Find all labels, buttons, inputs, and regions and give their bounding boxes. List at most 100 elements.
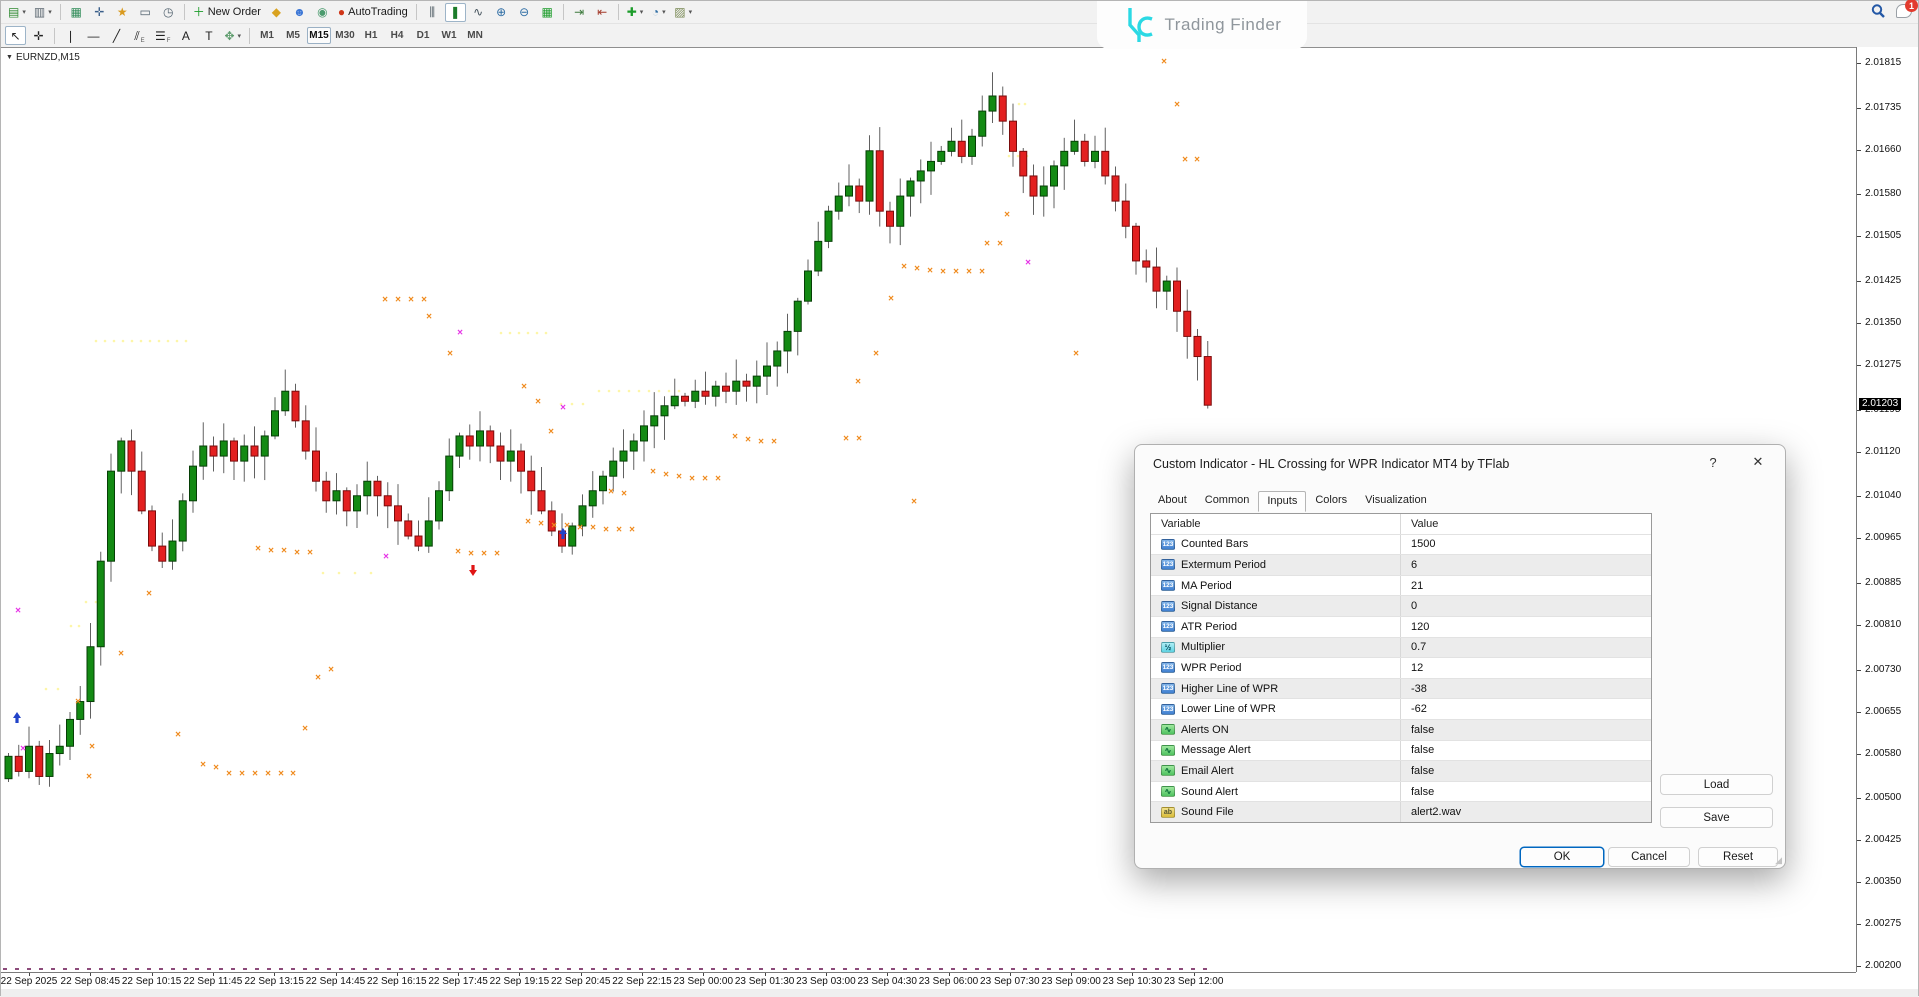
timeframe-button-m30[interactable]: M30	[333, 27, 357, 44]
toolbar-button-data-window[interactable]: ✛	[89, 3, 110, 22]
toolbar-button-market-watch[interactable]: ▦	[66, 3, 87, 22]
param-value-cell[interactable]: 0.7	[1400, 638, 1651, 658]
timeframe-button-m5[interactable]: M5	[281, 27, 305, 44]
toolbar-button-news[interactable]: ◉	[312, 3, 333, 22]
timeframe-button-w1[interactable]: W1	[437, 27, 461, 44]
price-axis-label: 2.00885	[1865, 577, 1901, 588]
bar-chart-mode-icon: ⫼	[429, 6, 435, 18]
ok-button[interactable]: OK	[1520, 847, 1604, 867]
toolbar-button-auto-scroll[interactable]: ⇥	[569, 3, 590, 22]
timeframe-button-m1[interactable]: M1	[255, 27, 279, 44]
param-value-cell[interactable]: false	[1400, 720, 1651, 740]
timeframe-button-h4[interactable]: H4	[385, 27, 409, 44]
param-row-lower-line-of-wpr[interactable]: 123Lower Line of WPR-62	[1151, 698, 1651, 719]
toolbar-button-community[interactable]: ☻	[289, 3, 310, 22]
param-value-cell[interactable]: 0	[1400, 596, 1651, 616]
param-row-multiplier[interactable]: ½Multiplier0.7	[1151, 637, 1651, 658]
toolbar-button-autotrading[interactable]: ●AutoTrading	[335, 3, 411, 22]
param-row-email-alert[interactable]: ∿Email Alertfalse	[1151, 760, 1651, 781]
param-value-cell[interactable]: false	[1400, 761, 1651, 781]
save-button[interactable]: Save	[1660, 807, 1773, 828]
param-row-signal-distance[interactable]: 123Signal Distance0	[1151, 595, 1651, 616]
toolbar-button-metaeditor[interactable]: ◆	[266, 3, 287, 22]
toolbar-button-indicators[interactable]: ✚▾	[624, 3, 647, 22]
param-row-sound-file[interactable]: abSound Filealert2.wav	[1151, 801, 1651, 822]
bool-param-icon: ∿	[1161, 765, 1175, 776]
toolbar-button-terminal[interactable]: ▭	[135, 3, 156, 22]
toolbar-button-strategy-tester[interactable]: ◷	[158, 3, 179, 22]
svg-text:×: ×	[265, 769, 271, 780]
chat-icon[interactable]: 1	[1896, 4, 1912, 18]
toolbar-button-fibonacci[interactable]: ☰F	[152, 26, 173, 45]
toolbar-button-bar-chart-mode[interactable]: ⫼	[422, 3, 443, 22]
toolbar-button-arrows-tool[interactable]: ✥▾	[221, 26, 244, 45]
toolbar-button-crosshair[interactable]: ✛	[28, 26, 49, 45]
toolbar-button-candlestick-mode[interactable]: ❚	[445, 3, 466, 22]
param-row-message-alert[interactable]: ∿Message Alertfalse	[1151, 740, 1651, 761]
dialog-help-button[interactable]: ?	[1703, 455, 1723, 470]
param-row-ma-period[interactable]: 123MA Period21	[1151, 575, 1651, 596]
param-value-cell[interactable]: 12	[1400, 658, 1651, 678]
toolbar-button-templates[interactable]: ▨▾	[671, 3, 695, 22]
toolbar-button-zoom-out[interactable]: ⊖	[514, 3, 535, 22]
param-row-alerts-on[interactable]: ∿Alerts ONfalse	[1151, 719, 1651, 740]
param-value-cell[interactable]: 21	[1400, 576, 1651, 596]
tab-common[interactable]: Common	[1196, 490, 1259, 511]
param-row-sound-alert[interactable]: ∿Sound Alertfalse	[1151, 781, 1651, 802]
param-row-atr-period[interactable]: 123ATR Period120	[1151, 616, 1651, 637]
toolbar-button-chart-profiles[interactable]: ▥▾	[31, 3, 55, 22]
svg-text:×: ×	[551, 521, 557, 532]
param-row-wpr-period[interactable]: 123WPR Period12	[1151, 657, 1651, 678]
toolbar-button-tile-windows[interactable]: ▦	[537, 3, 558, 22]
toolbar-button-new-chart[interactable]: ▤▾	[5, 3, 29, 22]
toolbar-button-horizontal-line[interactable]: —	[83, 26, 104, 45]
timeframe-button-m15[interactable]: M15	[307, 27, 331, 44]
toolbar-button-text[interactable]: A	[175, 26, 196, 45]
resize-grip[interactable]: ◢	[1775, 855, 1782, 866]
param-value-cell[interactable]: -38	[1400, 679, 1651, 699]
toolbar-button-zoom-in[interactable]: ⊕	[491, 3, 512, 22]
toolbar-button-chart-shift[interactable]: ⇤	[592, 3, 613, 22]
price-axis[interactable]: 2.018152.017352.016602.015802.015052.014…	[1856, 47, 1918, 972]
toolbar-button-text-label[interactable]: T	[198, 26, 219, 45]
param-value-cell[interactable]: 120	[1400, 617, 1651, 637]
param-value-cell[interactable]: 6	[1400, 555, 1651, 575]
price-axis-tick	[1857, 754, 1861, 755]
param-row-higher-line-of-wpr[interactable]: 123Higher Line of WPR-38	[1151, 678, 1651, 699]
svg-text:×: ×	[268, 546, 274, 557]
tab-about[interactable]: About	[1149, 490, 1196, 511]
toolbar-button-navigator[interactable]: ★	[112, 3, 133, 22]
svg-text:×: ×	[979, 267, 985, 278]
param-row-counted-bars[interactable]: 123Counted Bars1500	[1151, 534, 1651, 555]
load-button[interactable]: Load	[1660, 774, 1773, 795]
timeframe-button-d1[interactable]: D1	[411, 27, 435, 44]
param-variable-cell: 123Counted Bars	[1151, 535, 1400, 555]
toolbar-button-cursor[interactable]: ↖	[5, 26, 26, 45]
toolbar-separator	[184, 4, 185, 20]
toolbar-button-equidistant-channel[interactable]: ⫽E	[129, 26, 150, 45]
timeframe-button-h1[interactable]: H1	[359, 27, 383, 44]
tab-visualization[interactable]: Visualization	[1356, 490, 1436, 511]
search-icon[interactable]	[1870, 3, 1886, 19]
timeframe-button-mn[interactable]: MN	[463, 27, 487, 44]
tab-inputs[interactable]: Inputs	[1258, 491, 1306, 512]
param-variable-cell: 123Signal Distance	[1151, 596, 1400, 616]
symbol-label[interactable]: ▼ EURNZD,M15	[6, 52, 80, 63]
svg-text:×: ×	[535, 397, 541, 408]
param-value-cell[interactable]: false	[1400, 782, 1651, 802]
param-value-cell[interactable]: 1500	[1400, 535, 1651, 555]
dialog-close-button[interactable]: ✕	[1747, 454, 1769, 470]
param-value-cell[interactable]: -62	[1400, 699, 1651, 719]
tab-colors[interactable]: Colors	[1306, 490, 1356, 511]
toolbar-button-new-order[interactable]: ＋New Order	[190, 3, 264, 22]
reset-button[interactable]: Reset	[1698, 847, 1778, 867]
toolbar-button-vertical-line[interactable]: ❘	[60, 26, 81, 45]
param-row-extermum-period[interactable]: 123Extermum Period6	[1151, 554, 1651, 575]
cancel-button[interactable]: Cancel	[1608, 847, 1690, 867]
toolbar-button-line-chart-mode[interactable]: ∿	[468, 3, 489, 22]
param-value-cell[interactable]: alert2.wav	[1400, 802, 1651, 822]
toolbar-button-trendline[interactable]: ╱	[106, 26, 127, 45]
param-value-cell[interactable]: false	[1400, 741, 1651, 761]
toolbar-button-periods[interactable]: ◔▾	[648, 3, 669, 22]
time-axis[interactable]: 22 Sep 202522 Sep 08:4522 Sep 10:1522 Se…	[1, 972, 1856, 989]
